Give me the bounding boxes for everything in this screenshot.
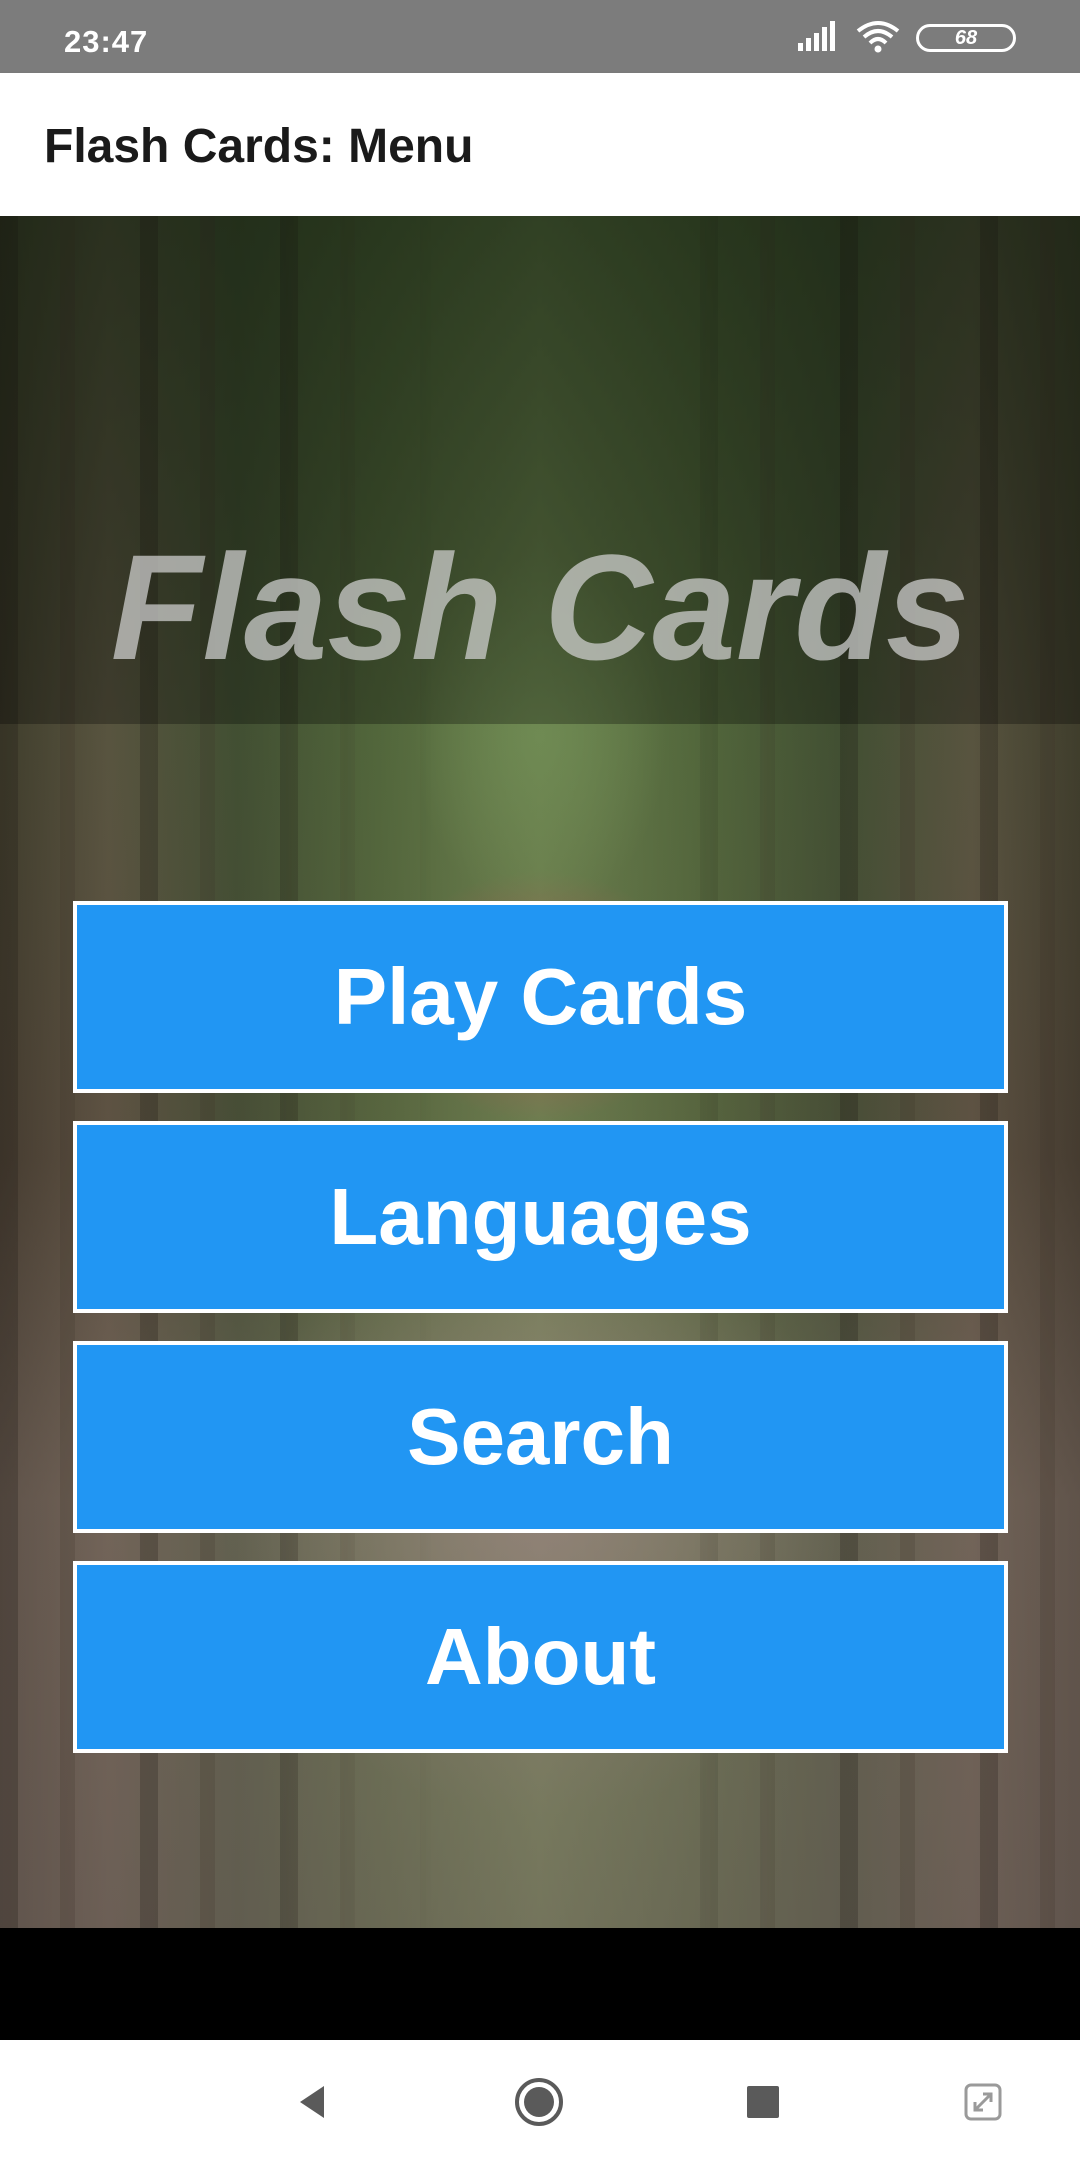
status-time: 23:47 bbox=[64, 24, 149, 59]
battery-level: 68 bbox=[954, 26, 978, 49]
back-icon[interactable] bbox=[286, 2076, 338, 2128]
recents-icon[interactable] bbox=[737, 2076, 789, 2128]
hero-title: Flash Cards bbox=[110, 523, 970, 691]
battery-icon: 68 bbox=[916, 24, 1016, 52]
background-image: Flash Cards Play Cards Languages Search … bbox=[0, 216, 1080, 1928]
play-cards-button[interactable]: Play Cards bbox=[73, 901, 1008, 1093]
wifi-icon bbox=[856, 19, 900, 58]
status-icons: 68 bbox=[798, 18, 1016, 58]
search-button[interactable]: Search bbox=[73, 1341, 1008, 1533]
app-bar: Flash Cards: Menu bbox=[0, 73, 1080, 216]
main-menu: Play Cards Languages Search About bbox=[73, 901, 1008, 1781]
about-button[interactable]: About bbox=[73, 1561, 1008, 1753]
screen-expand-icon[interactable] bbox=[957, 2076, 1009, 2128]
signal-icon bbox=[798, 20, 840, 56]
page-title: Flash Cards: Menu bbox=[44, 120, 474, 173]
bottom-black-strip bbox=[0, 1928, 1080, 2040]
home-icon[interactable] bbox=[513, 2076, 565, 2128]
status-bar: 23:47 68 bbox=[0, 0, 1080, 73]
languages-button[interactable]: Languages bbox=[73, 1121, 1008, 1313]
navigation-bar bbox=[0, 2040, 1080, 2160]
